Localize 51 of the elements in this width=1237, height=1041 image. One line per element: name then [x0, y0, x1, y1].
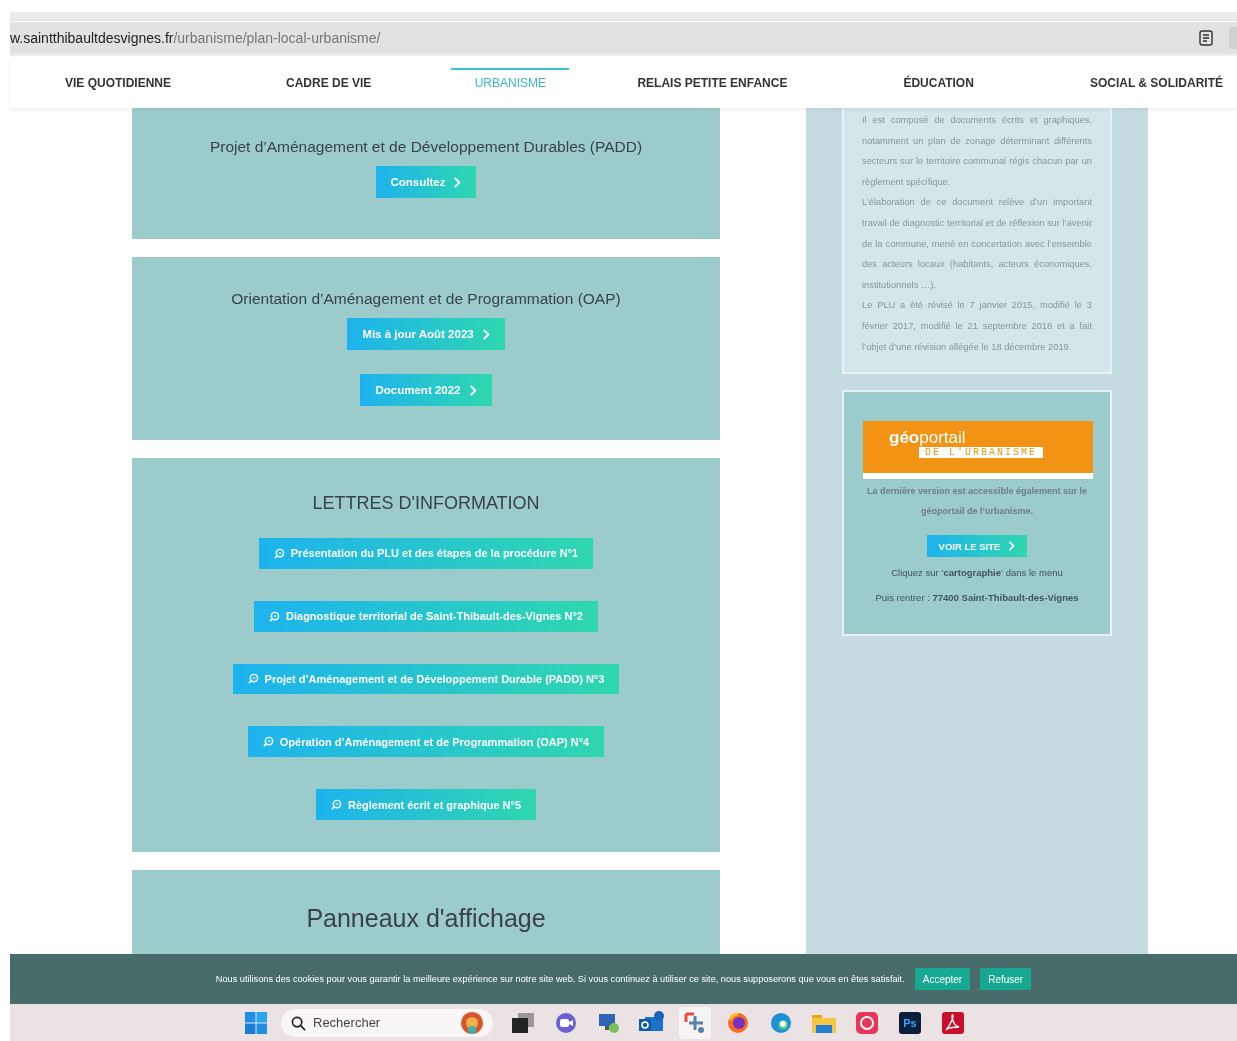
search-icon — [262, 736, 274, 748]
start-icon[interactable] — [245, 1011, 267, 1034]
section-title: Projet d’Aménagement et de Développement Durables (PADD) — [209, 138, 643, 156]
visit-site-button[interactable]: VOIR LE SITE — [926, 535, 1028, 557]
info-paragraph: Il est composé de documents écrits et graphiques, notamment un plan de zonage déterminant différents secteurs sur le territoire communal régis chacun par un règlement spécifique. — [862, 114, 1092, 189]
newsletter-button[interactable]: Règlement écrit et graphique N°5 — [315, 789, 537, 820]
hint-text: Cliquez sur ‘cartographie‘ dans le menu — [891, 567, 1063, 578]
section-title: Orientation d’Aménagement et de Programmation (OAP) — [231, 290, 621, 308]
nav-tab[interactable]: CADRE DE VIE — [272, 68, 386, 96]
chevron-icon — [468, 384, 477, 396]
folder-icon — [812, 1012, 836, 1033]
hint-text: Puis rentrer : 77400 Saint-Thibault-des-Vignes — [875, 592, 1079, 603]
info-paragraph: Le PLU a été révisé le 7 janvier 2015, modifié le 3 février 2017, modifié le 21 septembre 2018 et a fait l’objet d’une révision allégée le 18 décembre 2019. — [862, 299, 1092, 354]
chevron-icon — [481, 328, 490, 340]
consult-button[interactable]: Consultez — [375, 166, 477, 198]
search-icon — [247, 673, 259, 685]
search-field[interactable]: Rechercher — [281, 1008, 493, 1037]
video-chat-icon — [555, 1011, 577, 1034]
search-icon — [273, 547, 285, 559]
section-title: LETTRES D'INFORMATION — [312, 493, 540, 514]
monitor-icon — [598, 1011, 620, 1034]
task-view-icon — [512, 1012, 534, 1033]
newsletter-button[interactable]: Projet d’Aménagement et de Développement Durable (PADD) N°3 — [232, 663, 620, 695]
nav-tab[interactable]: URBANISME — [451, 68, 570, 96]
reader-view-icon[interactable] — [1199, 30, 1213, 46]
search-icon — [269, 610, 280, 622]
app-icon — [856, 1011, 878, 1034]
info-paragraph: L’élaboration de ce document relève d’un important travail de diagnostic territorial et de réflexion sur l’avenir de la commune, mené en concertation avec l’ensemble des acteurs locaux (habitants, acteurs économiques, institutionnels …). — [862, 196, 1092, 292]
consult-button[interactable]: Document 2022 — [360, 374, 492, 406]
nav-tab[interactable]: VIE QUOTIDIENNE — [51, 68, 185, 96]
geoportail-logo[interactable]: géoportail DE L'URBANISME — [863, 421, 1093, 479]
cookie-message: Nous utilisons des cookies pour vous garantir la meilleure expérience sur notre site web. Si vous continuez à utiliser ce site, nous supposerons que vous en êtes satisfait. — [215, 974, 905, 984]
browser-icon — [727, 1011, 749, 1034]
nav-tab[interactable]: ÉDUCATION — [889, 68, 988, 96]
snipping-icon — [684, 1011, 706, 1034]
newsletter-button[interactable]: Opération d’Aménagement et de Programmation (OAP) N°4 — [247, 726, 605, 758]
chevron-icon — [453, 176, 462, 188]
search-icon — [330, 799, 342, 811]
search-icon — [291, 1015, 306, 1031]
document-app-icon — [942, 1011, 964, 1034]
geoportail-description: La dernière version est accessible également sur le géoportail de l’urbanisme. — [865, 485, 1089, 518]
cookie-button[interactable]: Refuser — [980, 968, 1032, 990]
chevron-icon — [1008, 541, 1016, 551]
newsletter-button[interactable]: Diagnostique territorial de Saint-Thibault-des-Vignes N°2 — [254, 600, 598, 632]
nav-tab[interactable]: SOCIAL & SOLIDARITÉ — [1075, 68, 1237, 96]
section-title: Panneaux d'affichage — [306, 904, 546, 933]
newsletter-button[interactable]: Présentation du PLU et des étapes de la procédure N°1 — [258, 538, 594, 569]
cookie-button[interactable]: Accepter — [914, 968, 971, 990]
consult-button[interactable]: Mis à jour Août 2023 — [347, 318, 505, 350]
nav-tab[interactable]: RELAIS PETITE ENFANCE — [623, 68, 802, 96]
browser-icon — [770, 1011, 792, 1034]
